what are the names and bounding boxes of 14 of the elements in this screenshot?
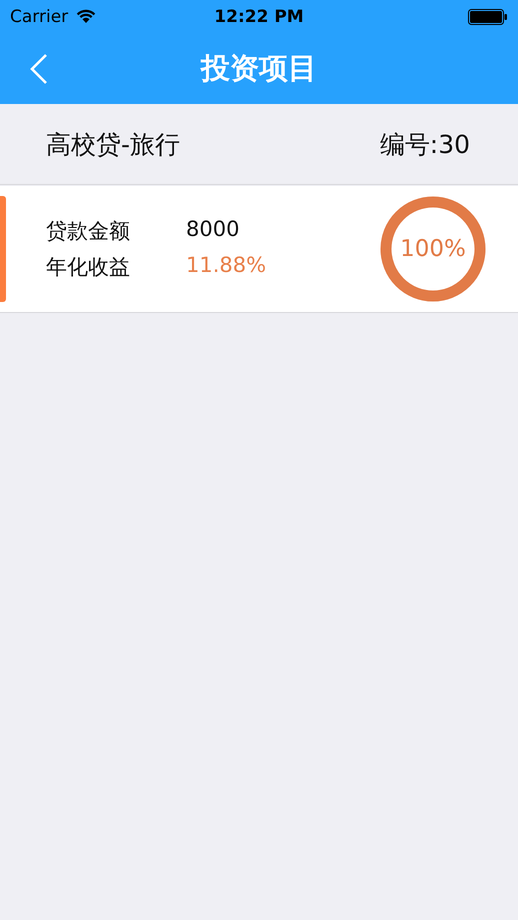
progress-reading: 100%: [400, 236, 466, 262]
wifi-icon: [76, 9, 96, 24]
field-value: 11.88%: [186, 253, 266, 279]
project-number: 编号:30: [380, 128, 470, 160]
back-button[interactable]: [30, 52, 48, 84]
carrier-label: Carrier: [10, 6, 68, 26]
project-name: 高校贷-旅行: [46, 128, 180, 160]
battery-icon: [468, 8, 508, 24]
field-value: 8000: [186, 217, 240, 243]
clock-time: 12:22 PM: [213, 6, 305, 26]
field-label: 贷款金额: [46, 218, 131, 245]
back-icon: [30, 52, 48, 84]
page-title: 投资项目: [201, 50, 317, 86]
field-label: 年化收益: [46, 254, 131, 281]
